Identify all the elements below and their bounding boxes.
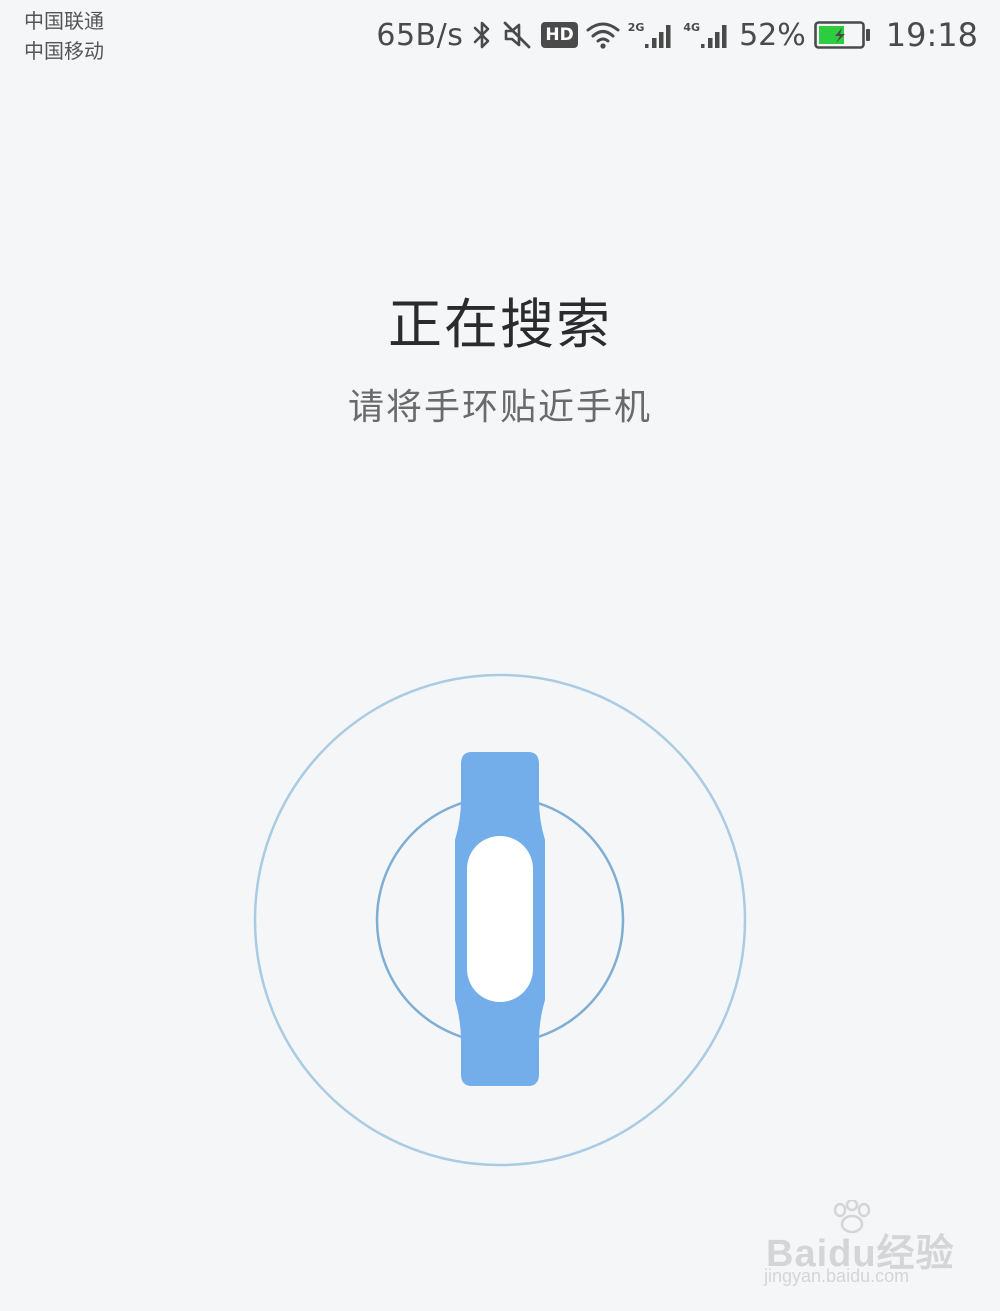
carrier-name: 中国联通 (24, 9, 104, 33)
signal-type-label: 2G (627, 21, 645, 34)
carrier-name: 中国移动 (24, 39, 104, 63)
bluetooth-icon (471, 19, 493, 51)
page-title: 正在搜索 (388, 293, 612, 356)
page-subtitle: 请将手环贴近手机 (347, 387, 652, 428)
signal-type-label: 4G (683, 21, 701, 34)
signal-2g-icon: 2G (628, 20, 676, 50)
carrier-list: 中国联通 中国移动 (24, 6, 104, 66)
watermark-url: jingyan.baidu.com (764, 1266, 910, 1286)
mute-icon (501, 19, 533, 51)
status-clock: 19:18 (885, 16, 978, 54)
battery-charging-icon (813, 20, 872, 50)
signal-4g-icon: 4G (683, 20, 731, 50)
searching-animation (250, 670, 750, 1170)
baidu-watermark: Baidu经验 jingyan.baidu.com (762, 1198, 962, 1295)
battery-percentage: 52% (739, 17, 806, 53)
wifi-icon (586, 20, 620, 50)
hd-icon: HD (541, 22, 578, 48)
status-bar: 中国联通 中国移动 65B/s HD 2G 4G 52% 19:18 (0, 0, 1000, 72)
status-icons: 65B/s HD 2G 4G 52% 19:18 (376, 14, 978, 56)
network-speed: 65B/s (376, 17, 464, 53)
fitness-band-icon (455, 752, 545, 1086)
